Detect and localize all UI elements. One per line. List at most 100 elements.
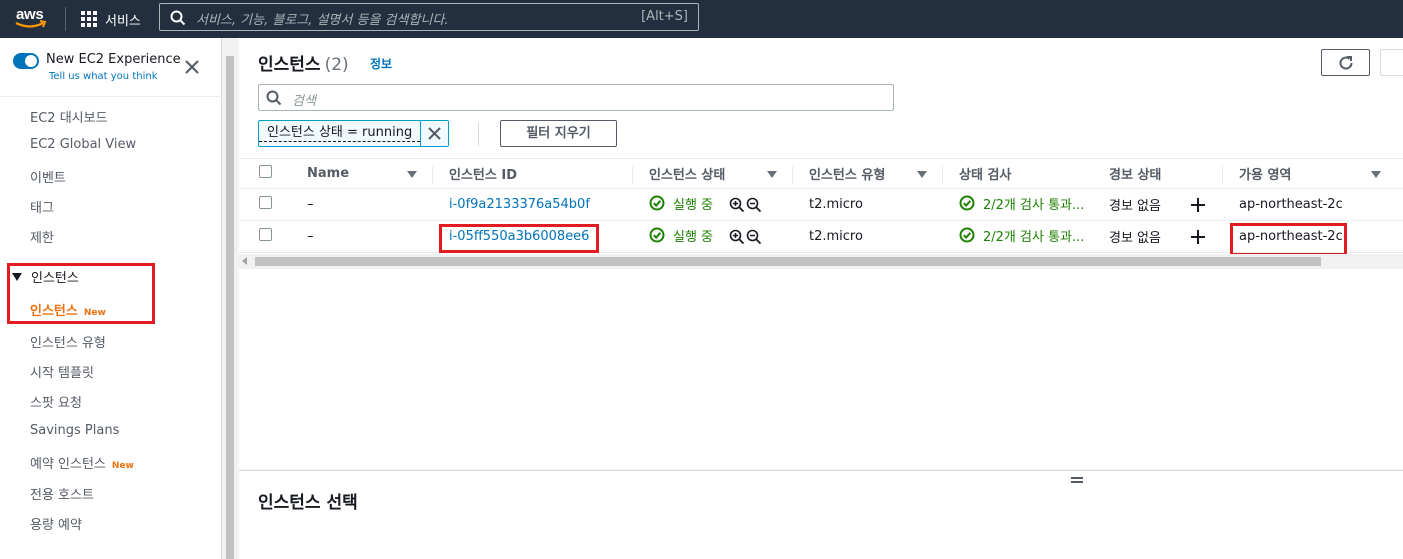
new-badge: New	[111, 461, 134, 471]
sort-caret-icon[interactable]	[407, 171, 417, 178]
sidebar-item-tags[interactable]: 태그	[30, 197, 54, 216]
search-icon	[266, 90, 282, 106]
column-header-alarm-status[interactable]: 경보 상태	[1093, 158, 1223, 189]
column-header-instance-state[interactable]: 인스턴스 상태	[633, 158, 793, 189]
select-all-cell	[239, 158, 293, 189]
column-header-label: 가용 영역	[1239, 168, 1292, 183]
check-circle-icon	[959, 195, 975, 211]
column-header-instance-type[interactable]: 인스턴스 유형	[793, 158, 943, 189]
global-search-input[interactable]: 서비스, 기능, 블로그, 설명서 등을 검색합니다. [Alt+S]	[159, 3, 699, 31]
table-header-row: Name 인스턴스 ID 인스턴스 상태 인스턴스 유형 상태 검사 경보 상태…	[239, 158, 1403, 189]
sidebar-item-savings-plans[interactable]: Savings Plans	[30, 423, 119, 438]
refresh-button[interactable]	[1321, 49, 1370, 76]
column-header-availability-zone[interactable]: 가용 영역	[1223, 158, 1403, 189]
page-title-text: 인스턴스	[258, 55, 321, 75]
details-title: 인스턴스 선택	[258, 493, 358, 513]
sidebar: New EC2 Experience Tell us what you thin…	[0, 38, 222, 559]
plus-icon[interactable]	[1191, 230, 1205, 244]
instance-name: –	[307, 197, 314, 212]
instance-id-link[interactable]: i-0f9a2133376a54b0f	[449, 197, 590, 212]
sidebar-item-dashboard[interactable]: EC2 대시보드	[30, 107, 108, 126]
refresh-icon	[1339, 56, 1353, 70]
check-circle-icon	[649, 195, 665, 211]
table-horizontal-scrollbar[interactable]	[239, 254, 1403, 269]
zoom-controls	[729, 229, 762, 245]
sidebar-item-limits[interactable]: 제한	[30, 227, 54, 246]
check-circle-icon	[959, 227, 975, 243]
highlight-box-availability-zone	[1230, 223, 1347, 256]
table-row[interactable]: – i-05ff550a3b6008ee6 실행 중 t2.micro 2/2개…	[239, 220, 1403, 253]
column-header-label: 인스턴스 유형	[809, 168, 886, 183]
instance-state-text: 실행 중	[673, 197, 714, 213]
column-header-label: 경보 상태	[1109, 168, 1162, 183]
page-title: 인스턴스 (2)	[258, 50, 349, 75]
info-link[interactable]: 정보	[370, 55, 392, 72]
column-header-status-check[interactable]: 상태 검사	[943, 158, 1093, 189]
select-all-checkbox[interactable]	[259, 165, 272, 178]
filter-token[interactable]: 인스턴스 상태 = running	[258, 120, 450, 147]
row-checkbox[interactable]	[259, 196, 272, 209]
experience-title: New EC2 Experience	[46, 52, 181, 67]
zoom-in-icon[interactable]	[729, 229, 745, 245]
instance-state: 실행 중	[649, 194, 713, 213]
alarm-status: 경보 없음	[1109, 199, 1161, 214]
column-header-label: 상태 검사	[959, 168, 1012, 183]
scroll-left-arrow-icon[interactable]	[242, 257, 247, 265]
nav-divider	[65, 7, 66, 31]
connect-button[interactable]	[1380, 49, 1403, 76]
grid-icon	[81, 11, 97, 27]
instance-type: t2.micro	[809, 197, 863, 212]
instance-state-text: 실행 중	[673, 229, 714, 245]
search-shortcut: [Alt+S]	[641, 9, 688, 24]
sidebar-item-instance-types[interactable]: 인스턴스 유형	[30, 332, 106, 351]
plus-icon[interactable]	[1191, 198, 1205, 212]
new-experience-toggle[interactable]	[13, 53, 39, 69]
instance-search-input[interactable]: 검색	[258, 84, 894, 111]
remove-filter-button[interactable]	[420, 121, 448, 146]
sidebar-item-dedicated-hosts[interactable]: 전용 호스트	[30, 484, 94, 503]
sidebar-item-spot-requests[interactable]: 스팟 요청	[30, 392, 82, 411]
sort-caret-icon[interactable]	[767, 171, 777, 178]
table-row[interactable]: – i-0f9a2133376a54b0f 실행 중 t2.micro 2/2개…	[239, 188, 1403, 221]
sort-caret-icon[interactable]	[917, 171, 927, 178]
sort-caret-icon[interactable]	[1371, 171, 1381, 178]
sidebar-item-capacity-reservations[interactable]: 용량 예약	[30, 514, 82, 533]
scrollbar-thumb[interactable]	[255, 257, 1321, 266]
status-check-text: 2/2개 검사 통과...	[983, 229, 1085, 245]
sidebar-divider	[0, 96, 222, 97]
row-checkbox[interactable]	[259, 228, 272, 241]
resize-handle-icon[interactable]	[1071, 477, 1083, 483]
filter-token-label[interactable]: 인스턴스 상태 = running	[259, 125, 421, 142]
clear-filters-button[interactable]: 필터 지우기	[500, 120, 617, 147]
instances-table: Name 인스턴스 ID 인스턴스 상태 인스턴스 유형 상태 검사 경보 상태…	[239, 158, 1403, 253]
feedback-link[interactable]: Tell us what you think	[49, 71, 158, 82]
zoom-in-icon[interactable]	[729, 197, 745, 213]
sidebar-item-events[interactable]: 이벤트	[30, 167, 66, 186]
sidebar-item-launch-templates[interactable]: 시작 템플릿	[30, 362, 94, 381]
status-check[interactable]: 2/2개 검사 통과...	[959, 226, 1084, 245]
highlight-box-instance-id	[439, 224, 599, 253]
scrollbar-thumb[interactable]	[226, 56, 234, 559]
column-header-instance-id[interactable]: 인스턴스 ID	[433, 158, 633, 189]
instance-name: –	[307, 229, 314, 244]
column-header-name[interactable]: Name	[293, 158, 433, 189]
column-header-label: 인스턴스 상태	[649, 168, 726, 183]
sidebar-scrollbar[interactable]	[223, 38, 237, 559]
zoom-out-icon[interactable]	[746, 197, 762, 213]
instance-type: t2.micro	[809, 229, 863, 244]
status-check[interactable]: 2/2개 검사 통과...	[959, 194, 1084, 213]
details-panel: 인스턴스 선택	[239, 470, 1403, 559]
highlight-box-sidebar	[7, 263, 155, 324]
services-label: 서비스	[105, 13, 141, 29]
zoom-out-icon[interactable]	[746, 229, 762, 245]
availability-zone: ap-northeast-2c	[1239, 197, 1343, 212]
instances-panel: 인스턴스 (2) 정보 검색 인스턴스 상태 = running 필터 지우기 N…	[239, 38, 1403, 469]
check-circle-icon	[649, 227, 665, 243]
filter-divider	[478, 122, 479, 146]
close-icon[interactable]	[183, 58, 201, 76]
aws-logo[interactable]: aws	[14, 5, 50, 33]
sidebar-item-reserved-instances[interactable]: 예약 인스턴스 New	[30, 453, 134, 472]
close-icon	[428, 127, 441, 140]
services-menu-button[interactable]: 서비스	[81, 9, 141, 29]
sidebar-item-global-view[interactable]: EC2 Global View	[30, 137, 136, 152]
